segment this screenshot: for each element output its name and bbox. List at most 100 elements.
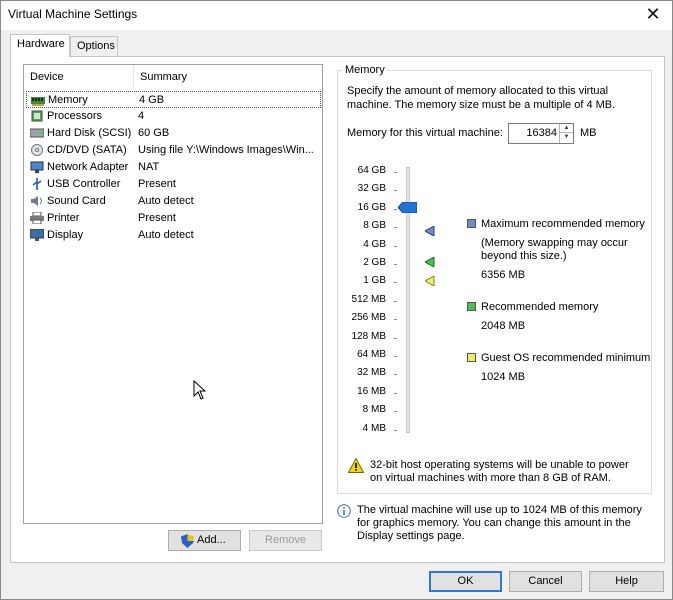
memory-value[interactable]: 16384 xyxy=(511,127,557,139)
tab-hardware[interactable]: Hardware xyxy=(10,34,70,57)
device-summary: 4 xyxy=(138,110,145,122)
scale-tick xyxy=(394,282,397,283)
device-row-display[interactable]: Display Auto detect xyxy=(26,227,321,244)
cd-dvd-icon xyxy=(31,144,43,156)
device-row-printer[interactable]: Printer Present xyxy=(26,210,321,227)
scale-tick xyxy=(394,393,397,394)
scale-tick xyxy=(394,356,397,357)
device-row-cd-dvd[interactable]: CD/DVD (SATA) Using file Y:\Windows Imag… xyxy=(26,142,321,159)
device-name: CD/DVD (SATA) xyxy=(47,144,127,156)
add-button[interactable]: Add... xyxy=(168,530,241,551)
device-name: Display xyxy=(47,229,84,241)
summary-column-header[interactable]: Summary xyxy=(134,65,322,89)
max-recommended-title: Maximum recommended memory xyxy=(481,218,645,230)
tab-options[interactable]: Options xyxy=(70,36,118,56)
memory-description: Specify the amount of memory allocated t… xyxy=(347,85,616,111)
scale-label: 8 GB xyxy=(363,220,386,231)
device-name: Printer xyxy=(47,212,80,224)
scale-label: 256 MB xyxy=(351,312,386,323)
device-name: Memory xyxy=(48,94,88,106)
processor-icon xyxy=(31,110,43,122)
remove-button[interactable]: Remove xyxy=(249,530,322,551)
scale-tick xyxy=(394,301,397,302)
usb-controller-icon xyxy=(32,178,42,190)
device-column-header[interactable]: Device xyxy=(24,65,134,89)
scale-label: 64 GB xyxy=(357,165,386,176)
device-name: Network Adapter xyxy=(47,161,129,173)
device-row-memory[interactable]: Memory 4 GB xyxy=(26,91,321,108)
device-summary: 60 GB xyxy=(138,127,170,139)
device-summary: Using file Y:\Windows Images\Win... xyxy=(138,144,314,156)
device-name: Sound Card xyxy=(47,195,106,207)
sound-card-icon xyxy=(31,196,42,206)
memory-stepper-buttons: ▲ ▼ xyxy=(559,124,573,143)
device-summary: Auto detect xyxy=(138,195,194,207)
scale-label: 16 GB xyxy=(357,202,386,213)
scale-tick xyxy=(394,209,397,210)
scale-label: 32 MB xyxy=(357,367,386,378)
warning-icon xyxy=(348,458,364,473)
device-name: Processors xyxy=(47,110,103,122)
shield-icon xyxy=(181,534,194,548)
settings-window: Virtual Machine Settings ✕ Hardware Opti… xyxy=(0,0,673,600)
memory-group-label: Memory xyxy=(342,64,388,76)
memory-icon xyxy=(31,97,45,106)
device-summary: NAT xyxy=(138,161,160,173)
close-icon[interactable]: ✕ xyxy=(642,4,664,26)
scale-tick xyxy=(394,319,397,320)
scale-label: 1 GB xyxy=(363,275,386,286)
add-button-label: Add... xyxy=(197,534,226,546)
memory-stepper[interactable]: 16384 ▲ ▼ xyxy=(508,123,574,144)
scale-label: 2 GB xyxy=(363,257,386,268)
guest-min-title: Guest OS recommended minimum xyxy=(481,352,651,364)
increment-icon[interactable]: ▲ xyxy=(560,124,573,133)
guest-min-value: 1024 MB xyxy=(481,371,526,383)
max-recommended-swatch xyxy=(467,219,476,228)
scale-tick xyxy=(394,190,397,191)
device-row-sound-card[interactable]: Sound Card Auto detect xyxy=(26,193,321,210)
scale-label: 512 MB xyxy=(351,294,386,305)
recommended-swatch xyxy=(467,302,476,311)
guest-min-marker-icon xyxy=(425,276,435,286)
scale-tick xyxy=(394,227,397,228)
scale-tick xyxy=(394,411,397,412)
ok-button[interactable]: OK xyxy=(429,571,502,592)
device-row-network-adapter[interactable]: Network Adapter NAT xyxy=(26,159,321,176)
scale-label: 4 GB xyxy=(363,239,386,250)
device-row-processors[interactable]: Processors 4 xyxy=(26,108,321,125)
scale-tick xyxy=(394,264,397,265)
info-icon xyxy=(337,504,351,518)
scale-label: 8 MB xyxy=(362,404,386,415)
device-summary: 4 GB xyxy=(139,94,165,106)
mouse-cursor-icon xyxy=(193,380,207,400)
guest-min-swatch xyxy=(467,353,476,362)
scale-tick xyxy=(394,246,397,247)
max-recommended-note: (Memory swapping may occur beyond this s… xyxy=(481,237,628,262)
device-summary: Present xyxy=(138,212,176,224)
help-button[interactable]: Help xyxy=(589,571,664,592)
window-title: Virtual Machine Settings xyxy=(8,7,138,21)
device-row-usb-controller[interactable]: USB Controller Present xyxy=(26,176,321,193)
scale-tick xyxy=(394,374,397,375)
max-recommended-marker-icon xyxy=(425,226,435,236)
memory-field-label: Memory for this virtual machine: xyxy=(347,127,503,139)
device-table: Device Summary Memory 4 GB Processors 4 … xyxy=(23,64,323,524)
device-row-hard-disk[interactable]: Hard Disk (SCSI) 60 GB xyxy=(26,125,321,142)
decrement-icon[interactable]: ▼ xyxy=(560,133,573,142)
cancel-button[interactable]: Cancel xyxy=(509,571,582,592)
scale-label: 128 MB xyxy=(351,331,386,342)
scale-tick xyxy=(394,430,397,431)
scale-label: 64 MB xyxy=(357,349,386,360)
scale-label: 4 MB xyxy=(362,423,386,434)
display-icon xyxy=(30,229,44,241)
scale-tick xyxy=(394,172,397,173)
scale-tick xyxy=(394,338,397,339)
device-name: USB Controller xyxy=(47,178,121,190)
title-bar: Virtual Machine Settings ✕ xyxy=(1,1,672,30)
memory-slider-thumb[interactable] xyxy=(398,202,417,213)
device-summary: Present xyxy=(138,178,176,190)
printer-icon xyxy=(30,212,44,224)
network-adapter-icon xyxy=(30,161,44,173)
memory-unit: MB xyxy=(580,127,597,139)
scale-label: 32 GB xyxy=(357,183,386,194)
